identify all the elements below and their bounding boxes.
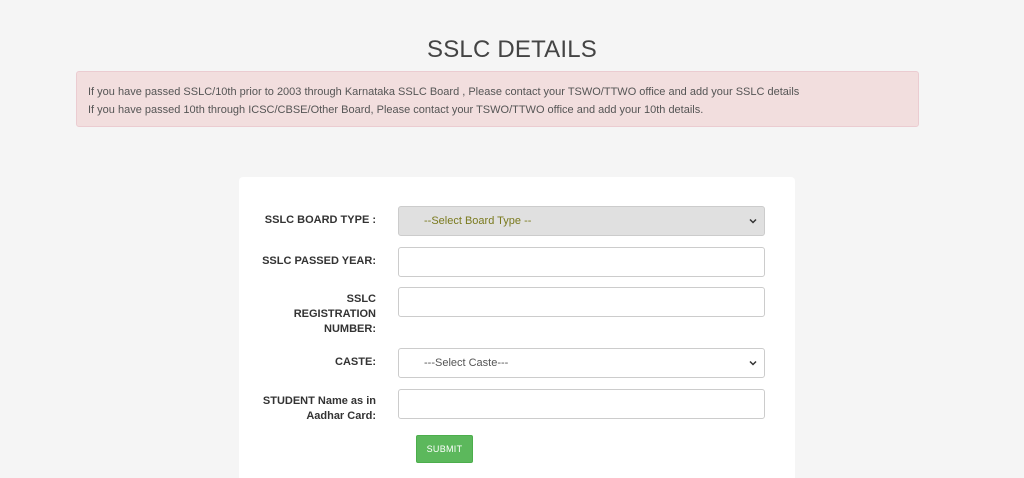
page: SSLC DETAILS If you have passed SSLC/10t… — [0, 0, 1024, 478]
registration-number-label: SSLC REGISTRATION NUMBER: — [293, 293, 376, 335]
board-type-selected: --Select Board Type -- — [424, 215, 532, 227]
chevron-down-icon — [749, 360, 757, 366]
passed-year-input[interactable] — [398, 247, 765, 277]
board-type-label: SSLC BOARD TYPE : — [264, 214, 376, 226]
registration-number-input[interactable] — [398, 287, 765, 317]
passed-year-label: SSLC PASSED YEAR: — [262, 255, 376, 267]
chevron-down-icon — [749, 218, 757, 224]
submit-button[interactable]: SUBMIT — [416, 435, 473, 463]
page-title: SSLC DETAILS — [426, 36, 597, 63]
sslc-form-card: SSLC BOARD TYPE : --Select Board Type --… — [239, 177, 795, 478]
alert-line-2: If you have passed 10th through ICSC/CBS… — [88, 104, 704, 116]
alert-line-1: If you have passed SSLC/10th prior to 20… — [88, 86, 800, 98]
caste-select[interactable]: ---Select Caste--- — [398, 348, 765, 378]
student-name-input[interactable] — [398, 389, 765, 419]
board-type-select[interactable]: --Select Board Type -- — [398, 206, 765, 236]
student-name-label: STUDENT Name as in Aadhar Card: — [262, 395, 376, 422]
info-alert: If you have passed SSLC/10th prior to 20… — [76, 71, 919, 127]
caste-label: CASTE: — [335, 356, 376, 368]
caste-selected: ---Select Caste--- — [424, 357, 509, 369]
